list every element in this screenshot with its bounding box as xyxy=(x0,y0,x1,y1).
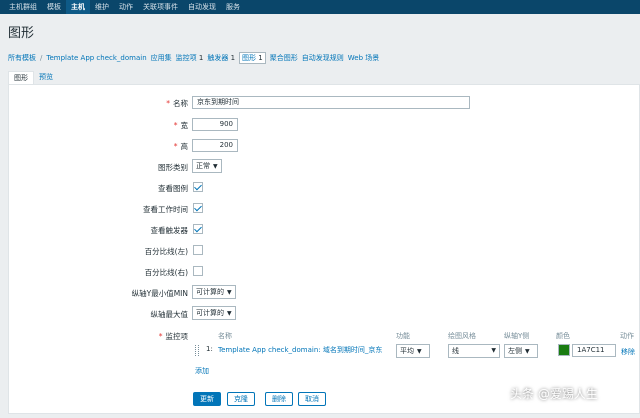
tab-graph[interactable]: 图形 xyxy=(8,71,34,84)
breadcrumb-all-templates[interactable]: 所有模板 xyxy=(8,53,36,63)
top-nav: 主机群组 模板 主机 维护 动作 关联项事件 自动发现 服务 xyxy=(0,0,640,14)
items-label: 监控项 xyxy=(159,331,189,342)
ymax-label: 纵轴最大值 xyxy=(150,310,189,319)
breadcrumb-items-label: 监控项 xyxy=(175,54,197,62)
show-triggers-checkbox[interactable] xyxy=(193,224,203,234)
item-draw-style-value: 线 xyxy=(452,347,459,355)
graph-type-label: 图形类别 xyxy=(158,163,188,172)
show-legend-checkbox[interactable] xyxy=(193,182,203,192)
breadcrumb-graphs-count: 1 xyxy=(258,54,263,62)
ymax-select[interactable]: 可计算的 ▼ xyxy=(192,306,236,320)
breadcrumb-items-count: 1 xyxy=(198,54,204,62)
breadcrumb-screens[interactable]: 聚合图形 xyxy=(270,53,298,63)
update-button[interactable]: 更新 xyxy=(193,392,221,406)
chevron-down-icon: ▼ xyxy=(417,348,422,355)
percentile-right-checkbox[interactable] xyxy=(193,266,203,276)
show-working-time-label: 查看工作时间 xyxy=(143,205,188,214)
percentile-left-checkbox[interactable] xyxy=(193,245,203,255)
percentile-left-label: 百分比线(左) xyxy=(144,247,188,256)
col-header-y-axis-side: 纵轴Y侧 xyxy=(504,332,530,340)
breadcrumb-triggers[interactable]: 触发器 1 xyxy=(207,53,235,63)
width-input[interactable]: 900 xyxy=(192,118,238,131)
nav-services[interactable]: 服务 xyxy=(221,0,245,14)
col-header-draw-style: 绘图风格 xyxy=(448,332,476,340)
clone-button[interactable]: 克隆 xyxy=(227,392,255,406)
chevron-down-icon: ▼ xyxy=(491,347,496,354)
drag-handle-icon[interactable] xyxy=(195,345,199,356)
item-y-axis-side-select[interactable]: 左侧 ▼ xyxy=(504,344,538,358)
breadcrumb-triggers-label: 触发器 xyxy=(207,54,229,62)
add-item-link[interactable]: 添加 xyxy=(195,366,209,376)
breadcrumb-web[interactable]: Web 场景 xyxy=(348,53,380,63)
name-label: 名称 xyxy=(166,98,188,109)
item-color-input[interactable]: 1A7C11 xyxy=(572,344,616,357)
nav-host-groups[interactable]: 主机群组 xyxy=(4,0,42,14)
chevron-down-icon: ▼ xyxy=(213,163,218,170)
item-color-swatch[interactable] xyxy=(558,344,570,356)
height-label: 高 xyxy=(174,141,189,152)
item-function-value: 平均 xyxy=(400,347,414,355)
item-row-name[interactable]: Template App check_domain: 域名到期时间_京东 xyxy=(218,345,382,355)
width-label: 宽 xyxy=(174,120,189,131)
breadcrumb-graphs-label: 图形 xyxy=(242,54,257,62)
nav-actions[interactable]: 动作 xyxy=(114,0,138,14)
height-input[interactable]: 200 xyxy=(192,139,238,152)
col-header-action: 动作 xyxy=(620,332,634,340)
breadcrumb-items[interactable]: 监控项 1 xyxy=(176,53,204,63)
item-draw-style-select[interactable]: 线 ▼ xyxy=(448,344,500,358)
breadcrumb-triggers-count: 1 xyxy=(230,54,236,62)
breadcrumb-separator: / xyxy=(40,54,43,62)
breadcrumb: 所有模板 / Template App check_domain 应用集 监控项… xyxy=(8,52,383,64)
ymax-value: 可计算的 xyxy=(196,309,224,317)
breadcrumb-applications[interactable]: 应用集 xyxy=(151,53,172,63)
show-legend-label: 查看图例 xyxy=(158,184,188,193)
tab-preview[interactable]: 预览 xyxy=(34,71,58,84)
col-header-color: 颜色 xyxy=(556,332,570,340)
nav-maintenance[interactable]: 维护 xyxy=(90,0,114,14)
breadcrumb-template[interactable]: Template App check_domain xyxy=(46,54,146,62)
col-header-name: 名称 xyxy=(218,332,232,340)
form-tabs: 图形 预览 xyxy=(0,71,640,84)
nav-event-correlation[interactable]: 关联项事件 xyxy=(138,0,183,14)
graph-type-select[interactable]: 正常 ▼ xyxy=(192,159,222,173)
nav-hosts[interactable]: 主机 xyxy=(66,0,90,14)
item-remove-link[interactable]: 移除 xyxy=(621,347,635,357)
percentile-right-label: 百分比线(右) xyxy=(144,268,188,277)
chevron-down-icon: ▼ xyxy=(227,289,232,296)
ymin-label: 纵轴Y最小值MIN xyxy=(131,289,188,298)
show-working-time-checkbox[interactable] xyxy=(193,203,203,213)
breadcrumb-graphs[interactable]: 图形 1 xyxy=(239,52,266,64)
chevron-down-icon: ▼ xyxy=(227,310,232,317)
nav-discovery[interactable]: 自动发现 xyxy=(183,0,221,14)
cancel-button[interactable]: 取消 xyxy=(298,392,326,406)
graph-type-value: 正常 xyxy=(196,162,210,170)
nav-templates[interactable]: 模板 xyxy=(42,0,66,14)
delete-button[interactable]: 删除 xyxy=(265,392,293,406)
item-y-axis-side-value: 左侧 xyxy=(508,347,522,355)
page-title: 图形 xyxy=(8,26,35,41)
ymin-value: 可计算的 xyxy=(196,288,224,296)
chevron-down-icon: ▼ xyxy=(525,348,530,355)
item-row-index: 1: xyxy=(206,345,213,353)
name-input[interactable]: 京东到期时间 xyxy=(192,96,470,109)
watermark: 头条 @爱踢人生 xyxy=(510,387,598,401)
item-function-select[interactable]: 平均 ▼ xyxy=(396,344,430,358)
breadcrumb-discovery[interactable]: 自动发现规则 xyxy=(302,53,344,63)
col-header-function: 功能 xyxy=(396,332,410,340)
ymin-select[interactable]: 可计算的 ▼ xyxy=(192,285,236,299)
show-triggers-label: 查看触发器 xyxy=(150,226,189,235)
